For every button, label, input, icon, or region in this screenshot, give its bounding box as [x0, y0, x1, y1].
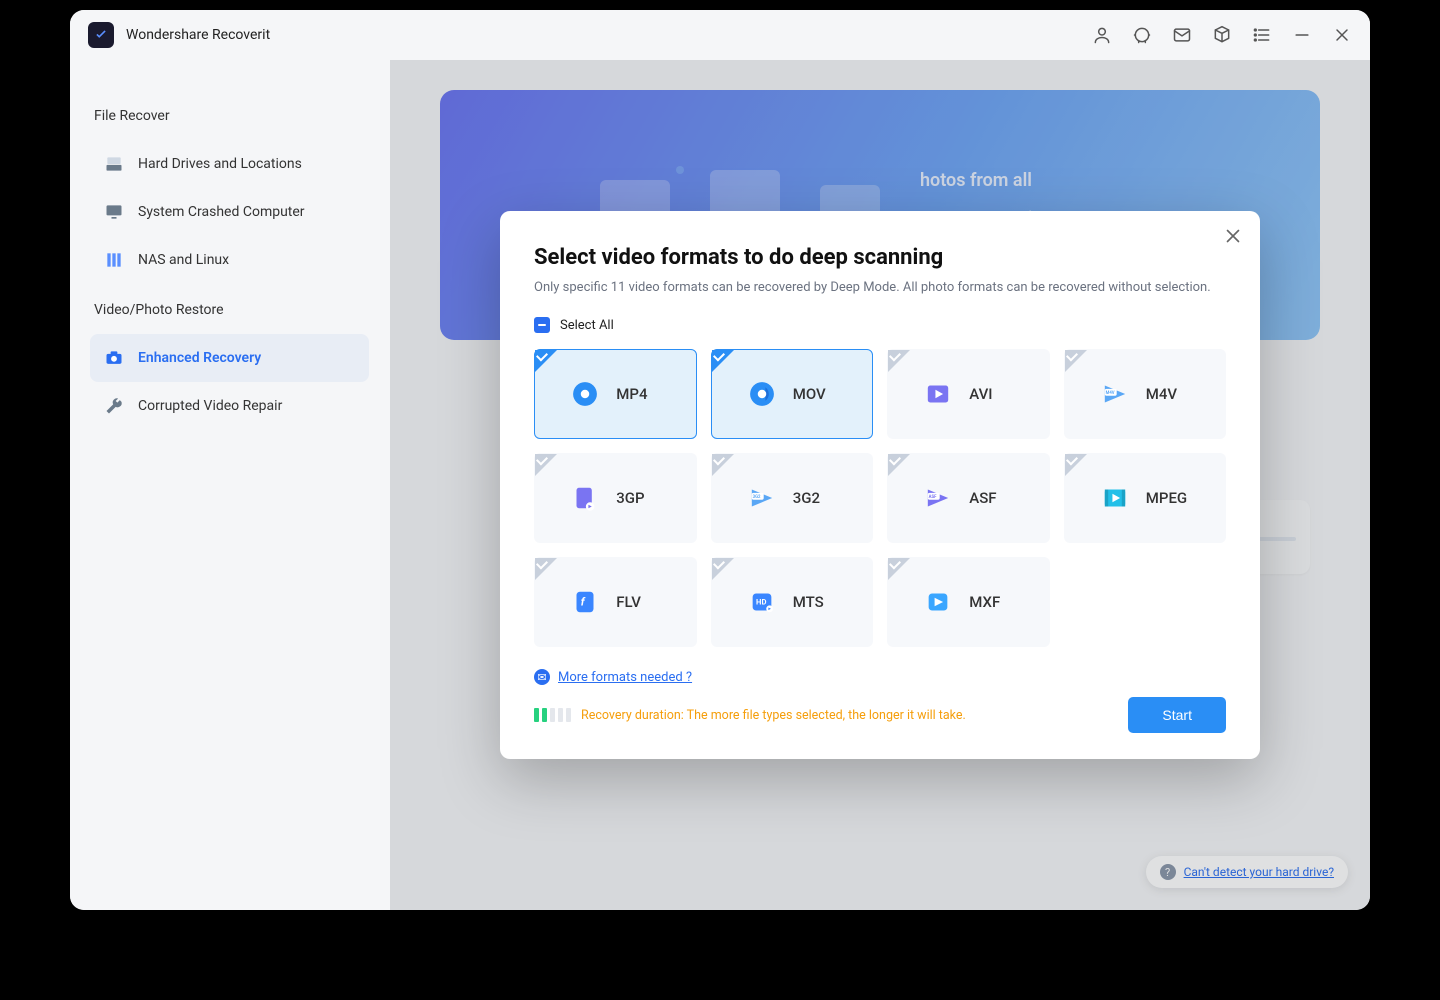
titlebar-right — [1092, 25, 1352, 45]
check-corner-icon — [712, 350, 734, 372]
check-corner-icon — [535, 454, 557, 476]
svg-text:M4V: M4V — [1105, 391, 1114, 396]
sidebar-section-video-photo: Video/Photo Restore — [94, 302, 369, 318]
format-label: MOV — [793, 385, 839, 403]
mov-file-icon — [745, 377, 779, 411]
format-option-mov[interactable]: MOV — [711, 349, 874, 439]
modal-overlay: Select video formats to do deep scanning… — [390, 60, 1370, 910]
more-formats-row: ✉ More formats needed ? — [534, 669, 1226, 685]
flv-file-icon: f — [568, 585, 602, 619]
sidebar-item-label: System Crashed Computer — [138, 204, 305, 220]
minimize-icon[interactable] — [1292, 25, 1312, 45]
format-label: M4V — [1146, 385, 1192, 403]
user-icon[interactable] — [1092, 25, 1112, 45]
duration-row: Recovery duration: The more file types s… — [534, 697, 1226, 733]
sidebar-section-file-recover: File Recover — [94, 108, 369, 124]
check-corner-icon — [888, 350, 910, 372]
app-logo-icon — [88, 22, 114, 48]
sidebar-item-corrupted-repair[interactable]: Corrupted Video Repair — [90, 382, 369, 430]
duration-left: Recovery duration: The more file types s… — [534, 708, 966, 723]
app-title: Wondershare Recoverit — [126, 27, 270, 43]
format-option-mpeg[interactable]: MPEG — [1064, 453, 1227, 543]
format-option-avi[interactable]: AVI — [887, 349, 1050, 439]
format-label: 3GP — [616, 489, 662, 507]
duration-text: Recovery duration: The more file types s… — [581, 708, 966, 723]
check-corner-icon — [535, 558, 557, 580]
format-option-3gp[interactable]: 3GP — [534, 453, 697, 543]
camera-icon — [104, 348, 124, 368]
check-corner-icon — [712, 454, 734, 476]
format-label: AVI — [969, 385, 1015, 403]
mail-icon[interactable] — [1172, 25, 1192, 45]
3g2-file-icon: 3G2 — [745, 481, 779, 515]
sidebar-item-nas-linux[interactable]: NAS and Linux — [90, 236, 369, 284]
cube-icon[interactable] — [1212, 25, 1232, 45]
chat-bubble-icon: ✉ — [534, 669, 550, 685]
mxf-file-icon — [921, 585, 955, 619]
svg-text:3G2: 3G2 — [752, 495, 760, 500]
format-label: MTS — [793, 593, 839, 611]
format-option-3g2[interactable]: 3G2 3G2 — [711, 453, 874, 543]
format-label: FLV — [616, 593, 662, 611]
select-all-checkbox-icon[interactable] — [534, 317, 550, 333]
sidebar-item-enhanced-recovery[interactable]: Enhanced Recovery — [90, 334, 369, 382]
menu-list-icon[interactable] — [1252, 25, 1272, 45]
mp4-file-icon — [568, 377, 602, 411]
mpeg-file-icon — [1098, 481, 1132, 515]
close-icon[interactable] — [1222, 225, 1244, 247]
svg-text:ASF: ASF — [929, 495, 937, 500]
close-window-icon[interactable] — [1332, 25, 1352, 45]
hard-drive-icon — [104, 154, 124, 174]
format-option-mxf[interactable]: MXF — [887, 557, 1050, 647]
format-selection-modal: Select video formats to do deep scanning… — [500, 211, 1260, 759]
format-option-flv[interactable]: f FLV — [534, 557, 697, 647]
check-corner-icon — [1065, 454, 1087, 476]
sidebar-item-hard-drives[interactable]: Hard Drives and Locations — [90, 140, 369, 188]
asf-file-icon: ASF — [921, 481, 955, 515]
check-corner-icon — [1065, 350, 1087, 372]
svg-text:HD: HD — [756, 598, 766, 607]
check-corner-icon — [535, 350, 557, 372]
sidebar-item-label: NAS and Linux — [138, 252, 229, 268]
server-icon — [104, 250, 124, 270]
m4v-file-icon: M4V — [1098, 377, 1132, 411]
body: File Recover Hard Drives and Locations S… — [70, 60, 1370, 910]
mts-file-icon: HD — [745, 585, 779, 619]
titlebar: Wondershare Recoverit — [70, 10, 1370, 60]
sidebar-item-system-crashed[interactable]: System Crashed Computer — [90, 188, 369, 236]
format-label: MPEG — [1146, 489, 1192, 507]
sidebar-item-label: Enhanced Recovery — [138, 350, 261, 366]
duration-bars-icon — [534, 708, 571, 722]
format-option-asf[interactable]: ASF ASF — [887, 453, 1050, 543]
format-option-mts[interactable]: HD MTS — [711, 557, 874, 647]
format-label: MP4 — [616, 385, 662, 403]
more-formats-link[interactable]: More formats needed ? — [558, 670, 692, 685]
titlebar-left: Wondershare Recoverit — [88, 22, 270, 48]
format-option-mp4[interactable]: MP4 — [534, 349, 697, 439]
modal-subtitle: Only specific 11 video formats can be re… — [534, 280, 1226, 295]
monitor-icon — [104, 202, 124, 222]
app-window: Wondershare Recoverit File Recover Hard … — [70, 10, 1370, 910]
format-label: MXF — [969, 593, 1015, 611]
start-button[interactable]: Start — [1128, 697, 1226, 733]
check-corner-icon — [888, 454, 910, 476]
check-corner-icon — [712, 558, 734, 580]
avi-file-icon — [921, 377, 955, 411]
wrench-icon — [104, 396, 124, 416]
sidebar-item-label: Corrupted Video Repair — [138, 398, 282, 414]
3gp-file-icon — [568, 481, 602, 515]
select-all-row[interactable]: Select All — [534, 317, 1226, 333]
check-corner-icon — [888, 558, 910, 580]
format-option-m4v[interactable]: M4V M4V — [1064, 349, 1227, 439]
support-icon[interactable] — [1132, 25, 1152, 45]
sidebar: File Recover Hard Drives and Locations S… — [70, 60, 390, 910]
format-label: ASF — [969, 489, 1015, 507]
format-label: 3G2 — [793, 489, 839, 507]
format-grid: MP4 MOV AVI M4V M4V 3GP 3G2 3G2 ASF ASF MPEG f FLV HD… — [534, 349, 1226, 647]
sidebar-item-label: Hard Drives and Locations — [138, 156, 302, 172]
modal-title: Select video formats to do deep scanning — [534, 245, 1226, 270]
main-panel: hotos from all , Seagate, SD card, etc. … — [390, 60, 1370, 910]
select-all-label: Select All — [560, 318, 614, 333]
